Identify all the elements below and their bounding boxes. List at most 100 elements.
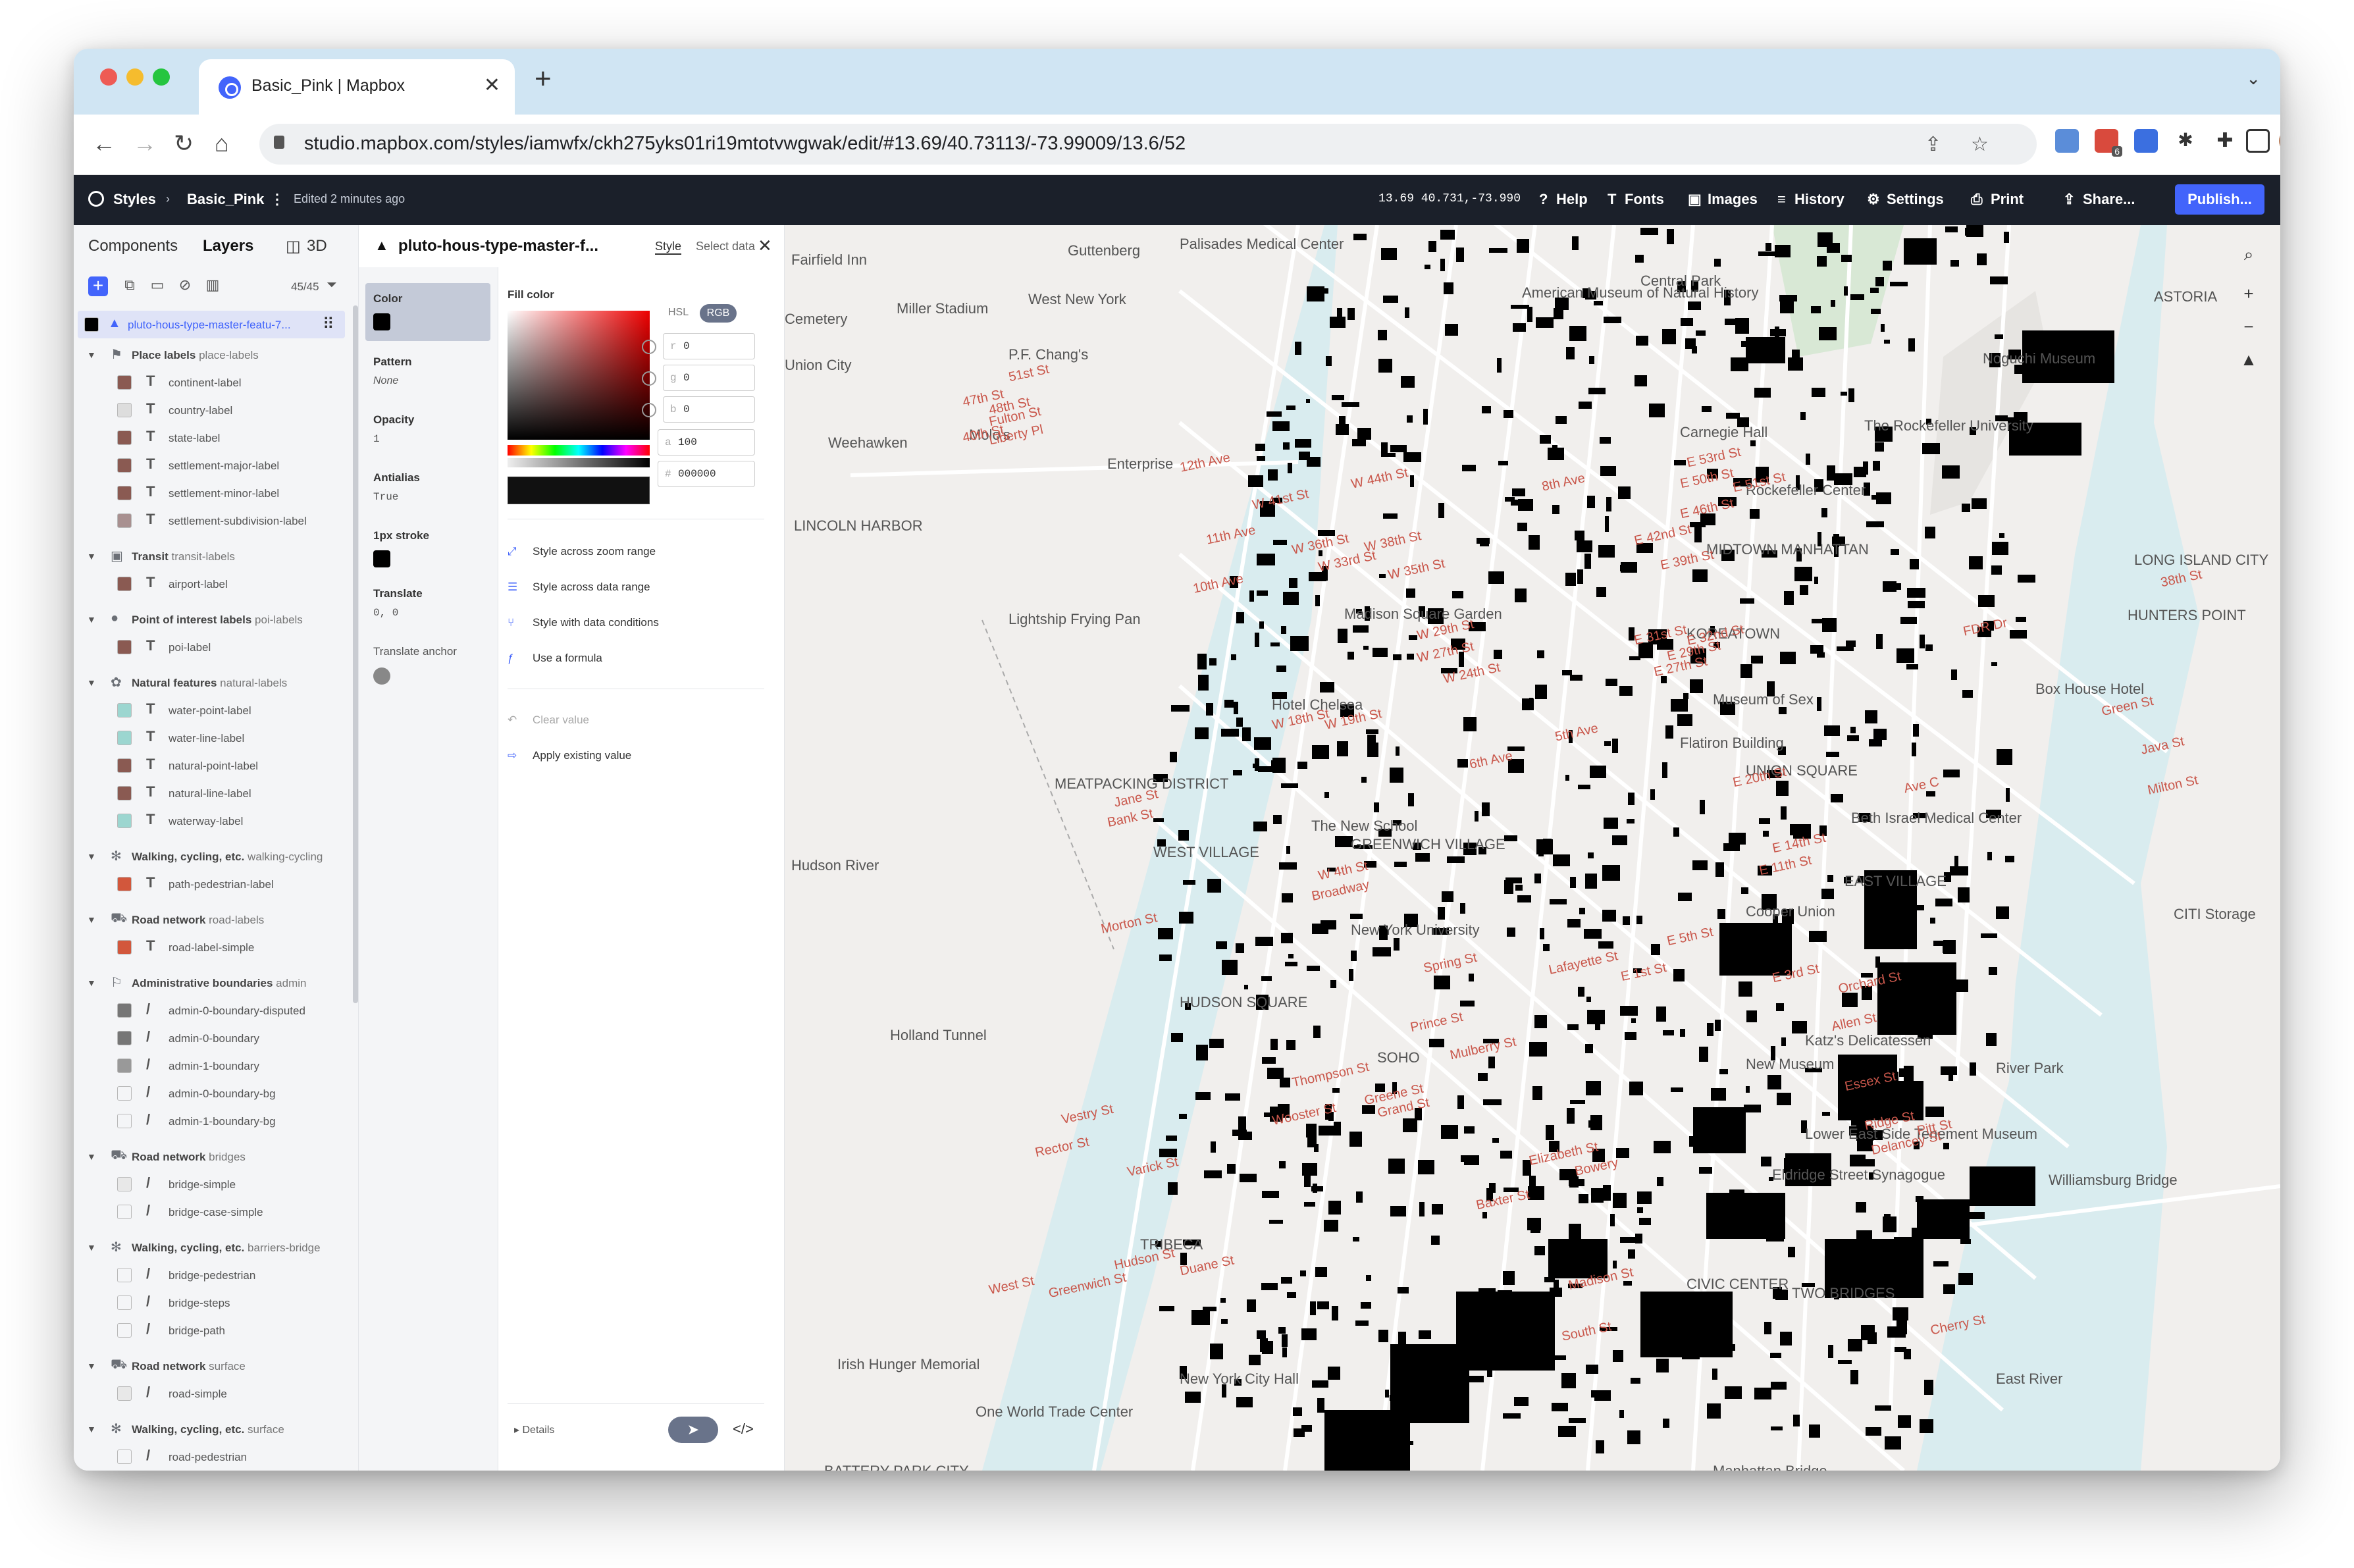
radio-g[interactable]: [642, 371, 656, 386]
zoom-out-button[interactable]: −: [2233, 311, 2264, 342]
collapse-icon[interactable]: ▼: [87, 614, 96, 625]
history-button[interactable]: History: [1794, 191, 1844, 208]
apply-existing-button[interactable]: ⇨ Apply existing value: [508, 749, 631, 762]
mapbox-logo-icon[interactable]: [88, 191, 104, 207]
style-zoom-range-button[interactable]: ⤢ Style across zoom range: [508, 545, 656, 558]
layer-row[interactable]: Troad-label-simple: [82, 933, 345, 961]
collapse-icon[interactable]: ▼: [87, 1242, 96, 1253]
r-input[interactable]: r0: [663, 333, 755, 359]
chevron-down-icon[interactable]: ⌄: [2246, 68, 2261, 89]
layer-group[interactable]: ▼ ▣ Transit transit-labels: [82, 542, 345, 570]
close-window-button[interactable]: [100, 68, 117, 86]
tab-3d[interactable]: 3D: [307, 237, 327, 255]
layer-row[interactable]: / bridge-simple: [82, 1170, 345, 1198]
compass-icon[interactable]: ▲: [2233, 344, 2264, 375]
b-input[interactable]: b0: [663, 396, 755, 423]
tab-close-icon[interactable]: ✕: [484, 74, 500, 97]
layer-row[interactable]: Tsettlement-major-label: [82, 452, 345, 479]
styles-link[interactable]: Styles: [113, 191, 156, 208]
radio-r[interactable]: [642, 340, 656, 354]
property-translate-anchor[interactable]: Translate anchor: [365, 641, 490, 694]
property-antialias[interactable]: Antialias True: [365, 467, 490, 520]
collapse-icon[interactable]: ▼: [87, 1151, 96, 1162]
home-icon[interactable]: ⌂: [215, 129, 229, 158]
folder-icon[interactable]: ▭: [147, 276, 167, 296]
layer-group[interactable]: ▼ ✻ Walking, cycling, etc. walking-cycling: [82, 843, 345, 870]
layer-row[interactable]: Tnatural-line-label: [82, 779, 345, 807]
dropbox-extension-icon[interactable]: [2134, 129, 2158, 153]
hide-icon[interactable]: ⊘: [175, 276, 195, 296]
maximize-window-button[interactable]: [153, 68, 170, 86]
style-name[interactable]: Basic_Pink: [187, 191, 264, 208]
avatar[interactable]: [2279, 129, 2280, 153]
property-stroke[interactable]: 1px stroke: [365, 525, 490, 578]
collapse-icon[interactable]: ▼: [87, 1361, 96, 1371]
layer-row[interactable]: / admin-1-boundary: [82, 1052, 345, 1080]
close-icon[interactable]: ✕: [758, 236, 772, 256]
details-toggle[interactable]: ▸ Details: [514, 1423, 554, 1436]
star-icon[interactable]: ☆: [1971, 133, 1989, 156]
code-icon[interactable]: </>: [733, 1421, 754, 1438]
map-canvas[interactable]: Union City Weehawken West New York Guttenbe…: [785, 225, 2280, 1471]
layer-row[interactable]: Tcontinent-label: [82, 369, 345, 396]
share-icon[interactable]: ⇪: [1925, 133, 1941, 156]
property-pattern[interactable]: Pattern None: [365, 352, 490, 404]
collapse-icon[interactable]: ▼: [87, 350, 96, 360]
property-opacity[interactable]: Opacity 1: [365, 409, 490, 462]
fonts-button[interactable]: Fonts: [1625, 191, 1664, 208]
layer-row[interactable]: / bridge-steps: [82, 1289, 345, 1317]
layer-row[interactable]: Tstate-label: [82, 424, 345, 452]
collapse-icon[interactable]: ▼: [87, 1424, 96, 1434]
layer-group[interactable]: ▼ ✻ Walking, cycling, etc. surface: [82, 1415, 345, 1443]
alpha-slider[interactable]: [508, 458, 650, 467]
new-tab-button[interactable]: +: [535, 63, 552, 95]
layer-row[interactable]: Tpath-pedestrian-label: [82, 870, 345, 898]
style-conditions-button[interactable]: ⑂ Style with data conditions: [508, 616, 659, 629]
layer-group[interactable]: ▼ ⚑ Place labels place-labels: [82, 341, 345, 369]
collapse-icon[interactable]: ▼: [87, 914, 96, 925]
trash-icon[interactable]: ▥: [203, 276, 222, 296]
tab-style[interactable]: Style: [655, 240, 682, 255]
layer-row[interactable]: / admin-1-boundary-bg: [82, 1107, 345, 1135]
help-button[interactable]: Help: [1556, 191, 1588, 208]
reload-icon[interactable]: ↻: [174, 129, 194, 158]
images-button[interactable]: Images: [1708, 191, 1758, 208]
layer-group[interactable]: ▼ ⛟ Road network bridges: [82, 1143, 345, 1170]
saturation-picker[interactable]: [508, 311, 650, 440]
layer-row[interactable]: Tairport-label: [82, 570, 345, 598]
layer-group[interactable]: ▼ ✻ Walking, cycling, etc. barriers-bridge: [82, 1234, 345, 1261]
layer-row[interactable]: / admin-0-boundary: [82, 1024, 345, 1052]
collapse-icon[interactable]: ▼: [87, 677, 96, 688]
url-field[interactable]: studio.mapbox.com/styles/iamwfx/ckh275yk…: [259, 124, 2037, 165]
g-input[interactable]: g0: [663, 365, 755, 391]
style-data-range-button[interactable]: ☰ Style across data range: [508, 581, 650, 594]
layer-group[interactable]: ▼ ⛟ Road network surface: [82, 1352, 345, 1380]
clear-value-button[interactable]: ↶ Clear value: [508, 714, 589, 727]
sidebar-icon[interactable]: [2246, 129, 2270, 153]
layer-row[interactable]: Tnatural-point-label: [82, 752, 345, 779]
layer-row[interactable]: Twater-line-label: [82, 724, 345, 752]
collapse-icon[interactable]: ▼: [87, 551, 96, 562]
pointer-mode-button[interactable]: ➤: [668, 1417, 718, 1443]
layer-row[interactable]: Twater-point-label: [82, 696, 345, 724]
use-formula-button[interactable]: ƒ Use a formula: [508, 652, 602, 665]
collapse-icon[interactable]: ▼: [87, 851, 96, 862]
help-icon[interactable]: ?: [1539, 191, 1548, 208]
layer-row[interactable]: / bridge-path: [82, 1317, 345, 1344]
print-button[interactable]: Print: [1991, 191, 2024, 208]
tab-select-data[interactable]: Select data: [696, 240, 755, 253]
layer-row[interactable]: Tpoi-label: [82, 633, 345, 661]
layer-group[interactable]: ▼ ● Point of interest labels poi-labels: [82, 606, 345, 633]
layers-scrollbar[interactable]: [353, 305, 358, 1003]
tab-layers[interactable]: Layers: [203, 237, 253, 255]
radio-b[interactable]: [642, 403, 656, 417]
zoom-in-button[interactable]: +: [2233, 278, 2264, 309]
collapse-icon[interactable]: ▼: [87, 978, 96, 988]
alpha-input[interactable]: a 100: [658, 429, 755, 456]
layer-row[interactable]: / bridge-case-simple: [82, 1198, 345, 1226]
filter-icon[interactable]: ⏷: [327, 278, 337, 293]
drag-handle-icon[interactable]: ⠿: [323, 315, 334, 334]
tab-components[interactable]: Components: [88, 237, 178, 255]
layer-row[interactable]: / bridge-pedestrian: [82, 1261, 345, 1289]
layer-group[interactable]: ▼ ✿ Natural features natural-labels: [82, 669, 345, 696]
